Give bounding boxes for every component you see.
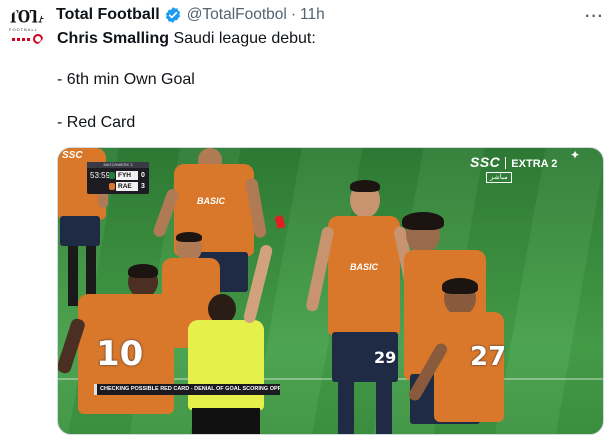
team2-score: 3 [141,183,145,190]
team1-crest-icon [109,172,115,179]
team2-crest-icon [109,183,115,190]
tweet[interactable]: TOTAL FOOTBALL Total Football @TotalFoot… [0,0,616,443]
header-separator: · [290,6,297,23]
scoreboard-header: MATCHWEEK 3 [87,162,149,168]
jersey-number-10: 10 [96,334,144,374]
match-clock: 53:59 [90,171,111,180]
jersey-sponsor: BASIC [196,196,225,206]
team1-name: FYH [116,171,138,180]
tweet-text-line-2: - 6th min Own Goal [57,71,195,88]
avatar-logo-text: TOTAL [8,8,46,28]
tweet-text-bold-name: Chris Smalling [57,30,170,47]
broadcaster-channel: EXTRA 2 [511,158,558,170]
avatar-logo-dashes [12,38,32,41]
jersey-number-29: 29 [374,348,397,367]
sparkle-icon: ✦ [570,148,581,162]
author-name[interactable]: Total Football [56,6,160,24]
avatar-logo-subtext: FOOTBALL [9,27,38,32]
author-handle[interactable]: @TotalFootbol [187,6,287,24]
author-avatar[interactable]: TOTAL FOOTBALL [6,8,46,48]
team1-score: 0 [141,172,145,179]
var-caption: CHECKING POSSIBLE RED CARD - DENIAL OF G… [94,384,280,395]
jersey-number-27: 27 [470,342,507,372]
tweet-header: Total Football @TotalFootbol · 11h [56,5,325,25]
verified-badge-icon [165,7,180,23]
tweet-text-line-3: - Red Card [57,114,136,131]
team2-name: RAE [116,182,138,191]
scoreboard: MATCHWEEK 3 53:59 FYH 0 RAE 3 [87,162,149,194]
broadcaster-name: SSC [470,154,501,170]
referee [174,243,284,434]
tweet-text-rest: Saudi league debut: [169,30,316,47]
broadcaster-logo: SSC EXTRA 2 [470,154,557,170]
ssc-corner-logo: SSC [62,150,83,161]
tweet-text-line-1: Chris Smalling Saudi league debut: [57,29,316,49]
player-number-27: 27 [406,278,510,434]
tweet-timestamp[interactable]: 11h [300,6,325,24]
jersey-sponsor-29: BASIC [349,262,378,272]
tweet-media-image[interactable]: SSC BASIC MATCHWEEK 3 53:59 FYH 0 RAE 3 [57,147,604,435]
football-icon [33,34,43,44]
live-badge: مباشر [486,172,512,183]
more-options-icon[interactable]: ··· [585,8,604,26]
